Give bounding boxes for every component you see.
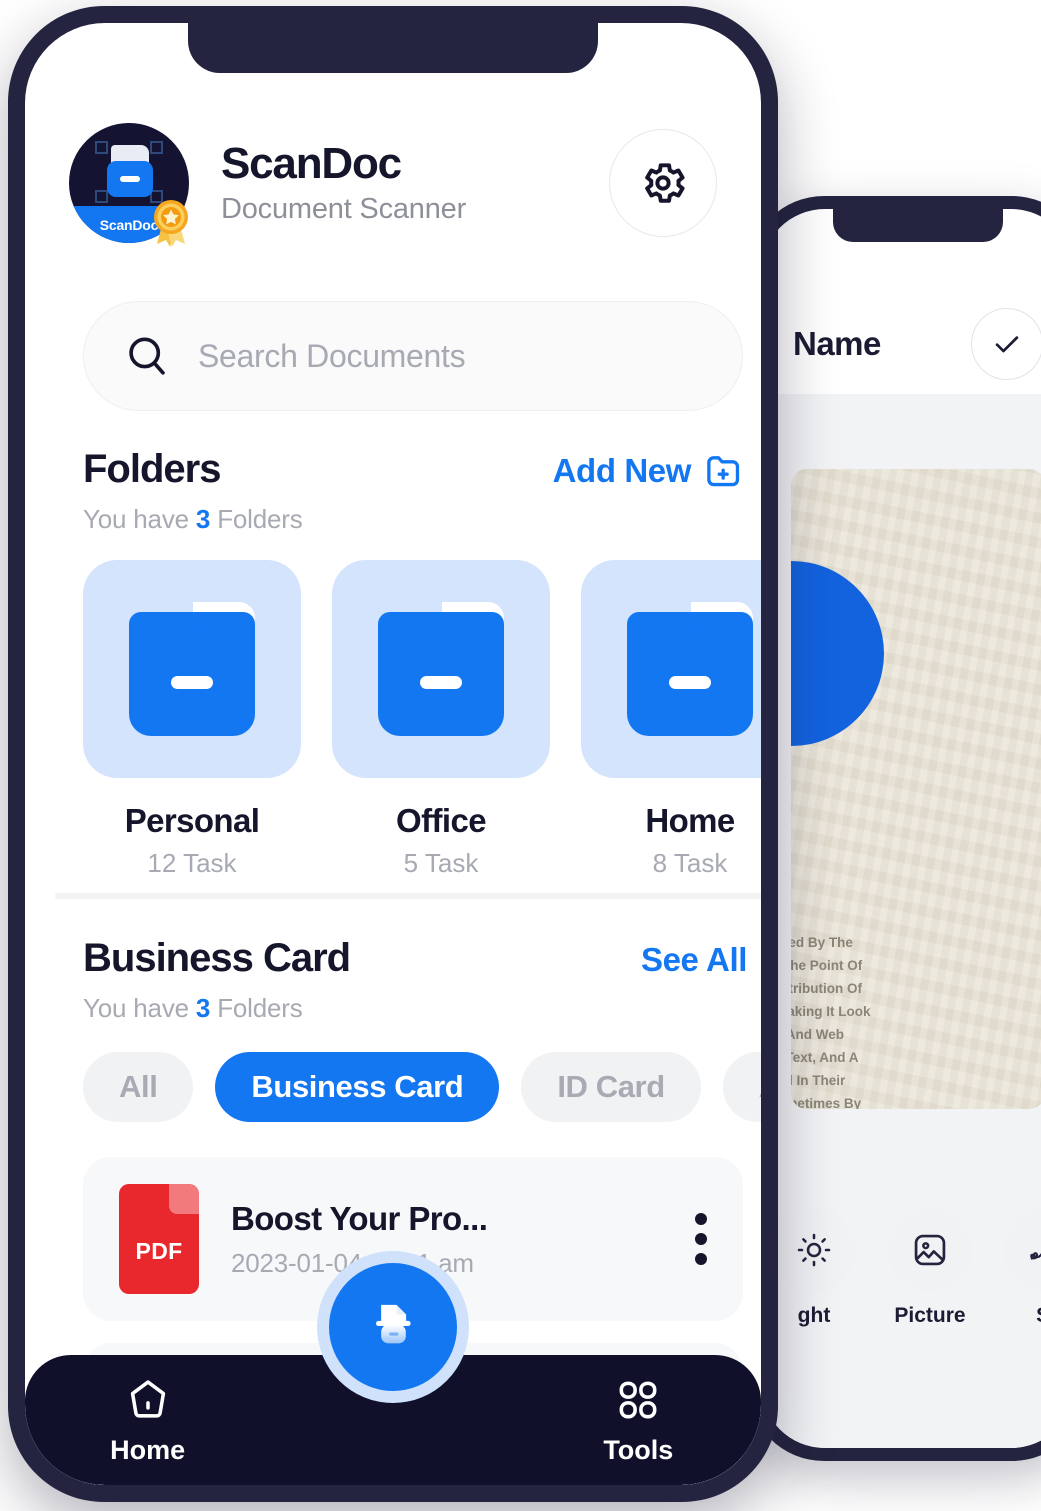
award-badge-icon [154, 200, 188, 247]
folder-tile [83, 560, 301, 778]
folders-count: 3 [195, 504, 211, 534]
folders-subtitle-prefix: You have [83, 504, 196, 534]
preview-body-text: er Will Be Distracted By The ng At Its L… [791, 935, 871, 1109]
signature-icon [1004, 1208, 1041, 1292]
document-meta: Boost Your Pro... 2023-01-04 11:31 am [231, 1200, 663, 1279]
chip-id-card[interactable]: ID Card [521, 1052, 701, 1122]
folder-task-count: 12 Task [147, 848, 237, 878]
scan-document-fab[interactable] [329, 1263, 457, 1391]
see-all-label: See All [640, 941, 747, 978]
nav-item-tools[interactable]: Tools [516, 1375, 761, 1466]
app-name: ScanDoc [221, 138, 402, 188]
back-phone-notch [833, 209, 1003, 242]
gear-icon [645, 163, 685, 203]
toolbar-label: Si [997, 1304, 1041, 1328]
category-filter-chips: All Business Card ID Card Aca [83, 1052, 761, 1122]
folder-icon [129, 602, 255, 736]
back-phone-screen: Name oc canner er Will Be Distracted By … [761, 209, 1041, 1448]
folder-icon [378, 602, 504, 736]
background-phone-mockup: Name oc canner er Will Be Distracted By … [748, 196, 1041, 1461]
business-card-subtitle: You have 3 Folders [83, 993, 303, 1024]
folder-task-count: 8 Task [652, 848, 728, 878]
business-subtitle-prefix: You have [83, 993, 196, 1023]
toolbar-item-brightness[interactable]: ght [765, 1208, 863, 1328]
folder-tile [581, 560, 761, 778]
pdf-label: PDF [135, 1238, 183, 1264]
back-phone-header: Name [761, 301, 1041, 387]
document-title: Boost Your Pro... [231, 1199, 488, 1237]
search-placeholder: Search Documents [198, 337, 466, 374]
folder-plus-icon [707, 456, 740, 487]
search-input[interactable]: Search Documents [83, 301, 743, 411]
app-logo: ScanDoc [69, 123, 189, 247]
folder-tile [332, 560, 550, 778]
screenshot-stage: Name oc canner er Will Be Distracted By … [0, 0, 1041, 1511]
folders-subtitle-suffix: Folders [210, 504, 303, 534]
folder-item-personal[interactable]: Personal 12 Task [83, 560, 301, 879]
back-phone-body: oc canner er Will Be Distracted By The n… [761, 394, 1041, 1448]
settings-button[interactable] [609, 129, 717, 237]
app-header: ScanDoc ScanDoc Document Scanner [25, 113, 761, 253]
back-phone-toolbar: ght Picture [761, 1208, 1041, 1328]
see-all-button[interactable]: See All [641, 941, 747, 979]
business-card-title: Business Card [83, 936, 351, 980]
nav-label-tools: Tools [603, 1434, 674, 1465]
app-title-block: ScanDoc Document Scanner [189, 140, 609, 227]
app-tagline: Document Scanner [221, 193, 467, 226]
scanner-doc-icon [107, 145, 153, 197]
search-icon [129, 337, 165, 375]
scanner-icon [376, 1304, 411, 1344]
business-card-section-header: Business Card See All [83, 936, 747, 981]
folder-name: Office [396, 802, 487, 839]
grid-icon [619, 1381, 657, 1418]
confirm-name-button[interactable] [971, 308, 1041, 380]
toolbar-label: ght [797, 1304, 831, 1327]
kebab-menu-icon[interactable] [695, 1213, 707, 1265]
app-screen: ScanDoc ScanDoc Document Scanner Search … [25, 23, 761, 1485]
chip-business-card[interactable]: Business Card [215, 1052, 500, 1122]
folder-item-home[interactable]: Home 8 Task [581, 560, 761, 879]
section-divider [55, 893, 761, 899]
add-new-label: Add New [552, 452, 692, 489]
folder-icon [627, 602, 753, 736]
business-folders-count: 3 [195, 993, 211, 1023]
folder-item-office[interactable]: Office 5 Task [332, 560, 550, 879]
chip-academic[interactable]: Aca [722, 1052, 761, 1122]
folder-name: Home [645, 802, 735, 839]
foreground-phone-mockup: ScanDoc ScanDoc Document Scanner Search … [8, 6, 778, 1502]
folders-title: Folders [83, 447, 221, 491]
back-page-title: Name [793, 325, 881, 362]
document-preview[interactable]: oc canner er Will Be Distracted By The n… [791, 469, 1041, 1109]
toolbar-item-picture[interactable]: Picture [881, 1208, 979, 1328]
toolbar-label: Picture [894, 1304, 966, 1327]
picture-icon [888, 1208, 972, 1292]
pdf-file-icon: PDF [119, 1184, 199, 1294]
nav-label-home: Home [110, 1434, 186, 1465]
brightness-icon [772, 1208, 856, 1292]
folders-list: Personal 12 Task Office 5 Task Home 8 Ta… [83, 560, 761, 879]
business-subtitle-suffix: Folders [210, 993, 303, 1023]
folders-section-header: Folders Add New [83, 447, 747, 493]
folder-task-count: 5 Task [403, 848, 479, 878]
add-new-folder-button[interactable]: Add New [553, 449, 747, 493]
folder-name: Personal [124, 802, 260, 839]
chip-all[interactable]: All [83, 1052, 194, 1122]
phone-notch [188, 23, 598, 73]
home-icon [130, 1379, 165, 1418]
check-icon [995, 336, 1019, 353]
toolbar-item-sign[interactable]: Si [997, 1208, 1041, 1328]
folders-subtitle: You have 3 Folders [83, 504, 303, 535]
nav-item-home[interactable]: Home [25, 1375, 270, 1466]
